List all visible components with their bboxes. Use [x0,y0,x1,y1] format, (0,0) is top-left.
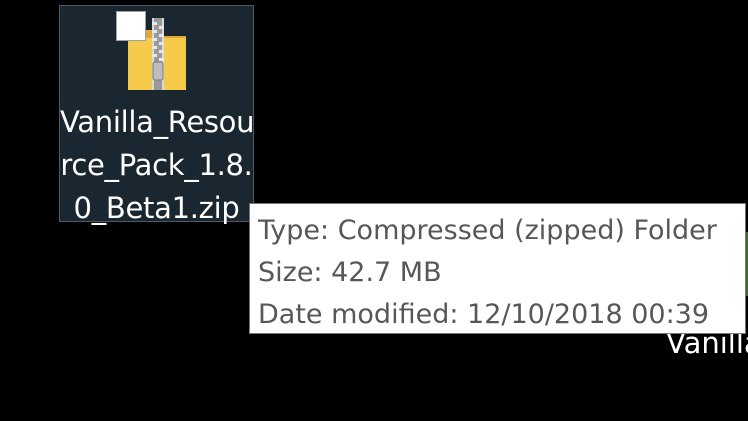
file-name-line-2: rce_Pack_1.8. [60,148,253,182]
desktop[interactable]: Vanilla_Resou rce_Pack_1.8. 0_Beta1.zip … [0,0,748,421]
tooltip-size: Size: 42.7 MB [258,257,442,288]
file-name-line-1: Vanilla_Resou [60,105,255,139]
selection-checkbox[interactable] [116,11,146,41]
file-name-line-3: 0_Beta1.zip [73,191,240,225]
desktop-file-item[interactable]: Vanilla_Resou rce_Pack_1.8. 0_Beta1.zip [59,5,255,225]
file-name-label: Vanilla_Resou rce_Pack_1.8. 0_Beta1.zip [60,101,255,230]
tooltip-date-modified: Date modified: 12/10/2018 00:39 [258,299,710,330]
file-info-tooltip: Type: Compressed (zipped) Folder Size: 4… [249,203,746,334]
tooltip-type: Type: Compressed (zipped) Folder [258,215,717,246]
